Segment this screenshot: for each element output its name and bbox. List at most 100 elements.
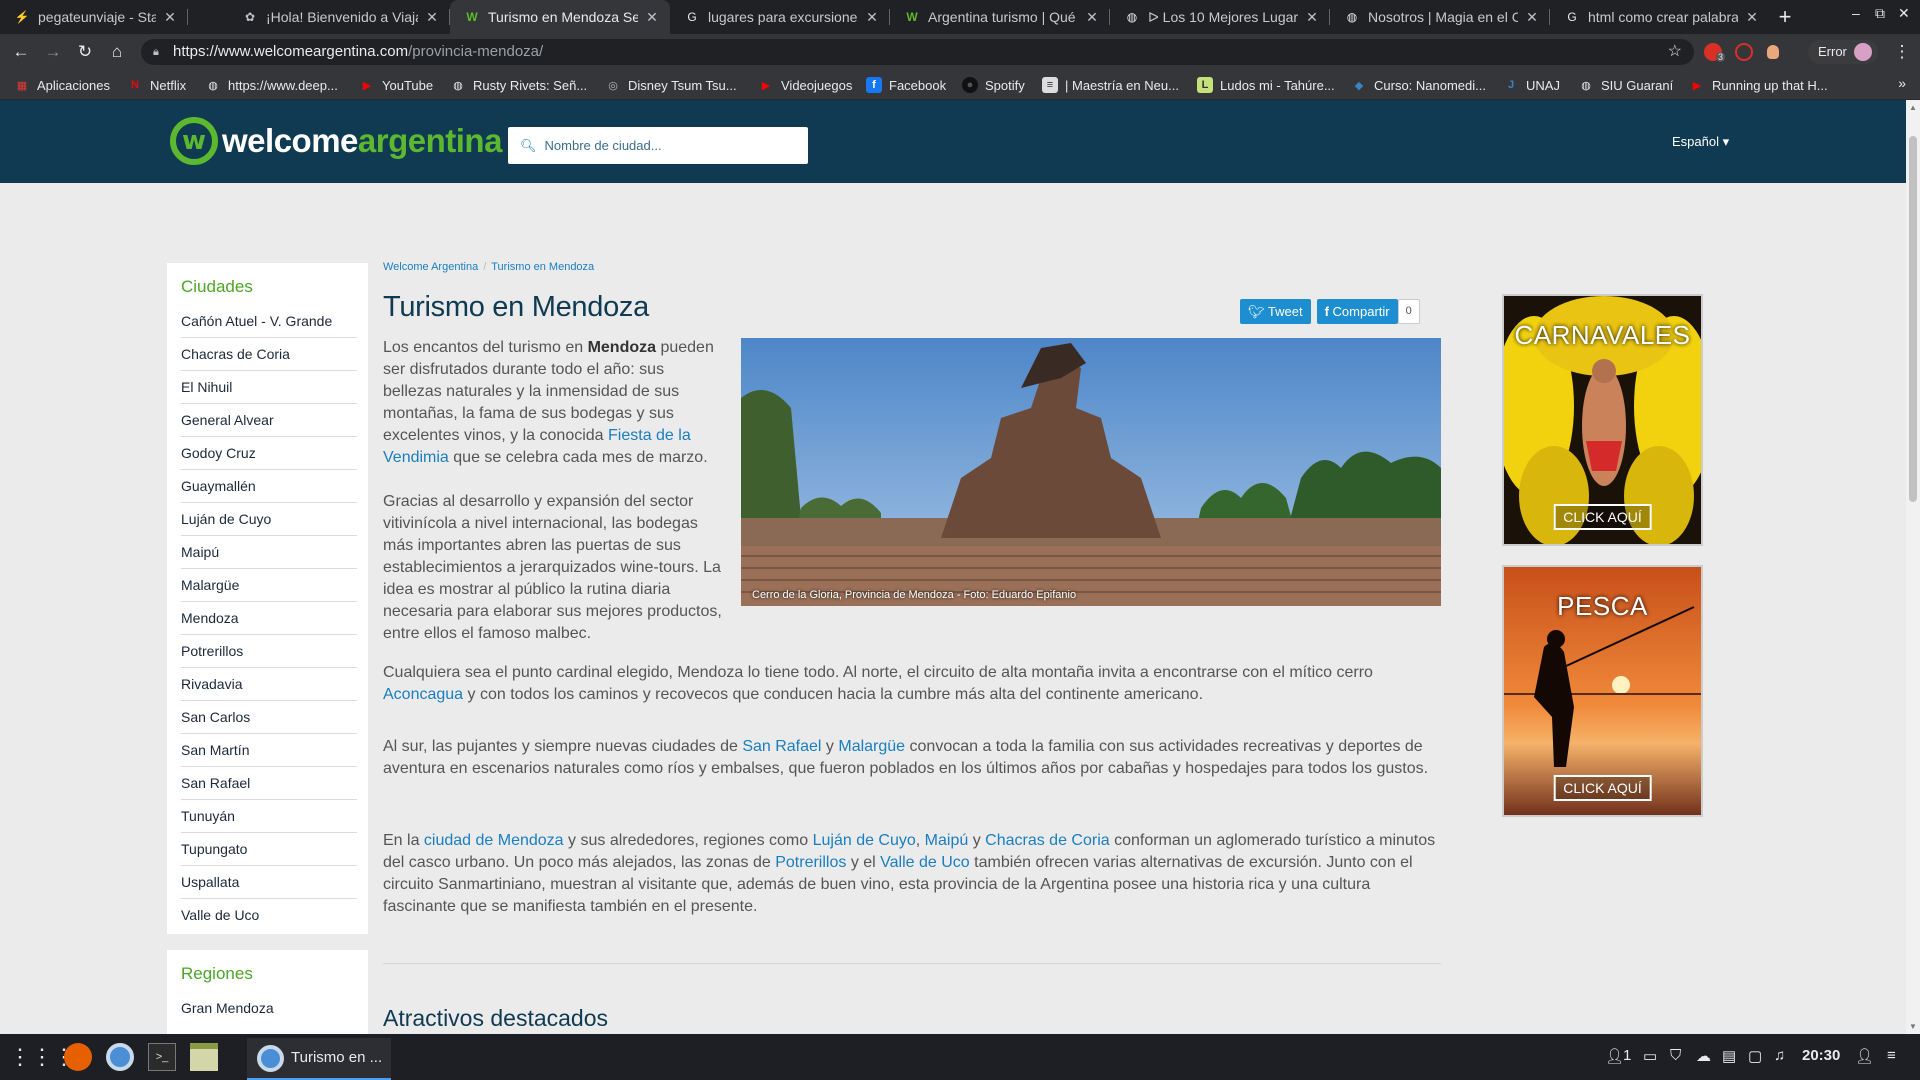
minimize-icon[interactable]: – — [1852, 5, 1860, 21]
bookmark-running-up[interactable]: ▶ Running up that H... — [1689, 70, 1828, 100]
sidebar-item[interactable]: San Martín — [181, 734, 357, 767]
sidebar-item[interactable]: Luján de Cuyo — [181, 503, 357, 536]
profile-button[interactable]: Error — [1808, 40, 1878, 64]
close-icon[interactable]: ✕ — [1524, 9, 1540, 26]
tab-google-excursiones[interactable]: G lugares para excursiones en ✕ — [670, 0, 890, 34]
workspace-icon[interactable]: 👤︎ — [1605, 1047, 1624, 1065]
cloud-icon[interactable]: ☁ — [1696, 1047, 1711, 1065]
firefox-icon[interactable] — [64, 1043, 92, 1071]
reload-icon[interactable]: ↻ — [73, 40, 97, 64]
sidebar-item[interactable]: Uspallata — [181, 866, 357, 899]
bookmark-apps[interactable]: ▦ Aplicaciones — [14, 70, 110, 100]
close-icon[interactable]: ✕ — [644, 9, 660, 26]
bookmark-youtube[interactable]: ▶ YouTube — [359, 70, 433, 100]
close-icon[interactable]: ✕ — [1084, 9, 1100, 26]
menu-lines-icon[interactable]: ≡ — [1887, 1047, 1896, 1064]
close-icon[interactable]: ✕ — [1744, 9, 1760, 26]
link-malargue[interactable]: Malargüe — [838, 738, 905, 755]
ad-carnavales-cta[interactable]: CLICK AQUÍ — [1553, 504, 1652, 530]
new-tab-button[interactable]: + — [1773, 4, 1797, 30]
tab-argentina-turismo[interactable]: W Argentina turismo | Qué ha ✕ — [890, 0, 1110, 34]
sidebar-item[interactable]: Valle de Uco — [181, 899, 357, 932]
ad-carnavales[interactable]: CARNAVALES CLICK AQUÍ — [1502, 294, 1703, 546]
link-maipu[interactable]: Maipú — [925, 832, 969, 849]
chromium-icon[interactable] — [106, 1043, 134, 1071]
bookmark-spotify[interactable]: ● Spotify — [962, 70, 1025, 100]
sidebar-item[interactable]: San Carlos — [181, 701, 357, 734]
bookmark-videojuegos[interactable]: ▶ Videojuegos — [758, 70, 853, 100]
city-search[interactable]: 🔍︎ — [508, 127, 808, 164]
music-note-icon[interactable]: ♫ — [1774, 1047, 1785, 1064]
tab-viajando[interactable]: ✿ ¡Hola! Bienvenido a Viajando ✕ — [228, 0, 450, 34]
forward-arrow-icon[interactable]: → — [41, 40, 65, 64]
scroll-up-arrow-icon[interactable]: ▲ — [1909, 103, 1917, 112]
ad-pesca-cta[interactable]: CLICK AQUÍ — [1553, 775, 1652, 801]
page-scrollbar[interactable]: ▲ ▼ — [1906, 100, 1920, 1034]
site-logo[interactable]: w welcome argentina — [170, 116, 502, 166]
terminal-icon[interactable]: >_ — [148, 1043, 176, 1071]
shield-icon[interactable]: ⛉ — [1670, 1047, 1681, 1064]
link-san-rafael[interactable]: San Rafael — [742, 738, 821, 755]
sidebar-item[interactable]: Malargüe — [181, 569, 357, 602]
tab-html-palabras[interactable]: G html como crear palabras ✕ — [1550, 0, 1770, 34]
close-icon[interactable]: ✕ — [864, 9, 880, 26]
bookmark-facebook[interactable]: f Facebook — [866, 70, 946, 100]
bookmark-deep[interactable]: ◍ https://www.deep... — [205, 70, 338, 100]
close-window-icon[interactable]: ✕ — [1898, 5, 1910, 22]
link-valle-de-uco[interactable]: Valle de Uco — [880, 854, 970, 871]
taskbar-task-chromium[interactable]: Turismo en ... — [247, 1038, 391, 1080]
bookmark-curso[interactable]: ◆ Curso: Nanomedi... — [1351, 70, 1486, 100]
bookmark-netflix[interactable]: N Netflix — [127, 70, 186, 100]
link-potrerillos[interactable]: Potrerillos — [775, 854, 846, 871]
sidebar-item[interactable]: Tunuyán — [181, 800, 357, 833]
close-icon[interactable]: ✕ — [162, 9, 178, 26]
sidebar-item[interactable]: Mendoza — [181, 602, 357, 635]
chevron-double-right-icon[interactable]: » — [1898, 75, 1906, 91]
bookmark-star-icon[interactable]: ☆ — [1668, 39, 1682, 65]
link-ciudad-mendoza[interactable]: ciudad de Mendoza — [424, 832, 564, 849]
restore-icon[interactable]: ⧉ — [1875, 5, 1885, 22]
sidebar-item[interactable]: Potrerillos — [181, 635, 357, 668]
sidebar-item[interactable]: El Nihuil — [181, 371, 357, 404]
menu-kebab-icon[interactable]: ⋮ — [1890, 40, 1914, 64]
block-icon[interactable] — [1735, 43, 1753, 61]
sidebar-item[interactable]: General Alvear — [181, 404, 357, 437]
ad-pesca[interactable]: PESCA CLICK AQUÍ — [1502, 565, 1703, 817]
scroll-down-arrow-icon[interactable]: ▼ — [1909, 1022, 1917, 1031]
bookmark-unaj[interactable]: J UNAJ — [1503, 70, 1560, 100]
window-icon[interactable]: ▢ — [1748, 1047, 1762, 1065]
facebook-share-button[interactable]: f Compartir — [1316, 299, 1398, 324]
tab-turismo-mendoza[interactable]: W Turismo en Mendoza Sema ✕ — [450, 0, 670, 34]
sidebar-item[interactable]: Gran Mendoza — [181, 992, 357, 1025]
user-icon[interactable]: 👤︎ — [1855, 1047, 1874, 1065]
tab-stackblitz[interactable]: ⚡ pegateunviaje - StackBlitz ✕ — [0, 0, 188, 34]
breadcrumb-link-current[interactable]: Turismo en Mendoza — [491, 261, 594, 273]
clipboard-icon[interactable]: ▤ — [1722, 1047, 1736, 1065]
sidebar-item[interactable]: Godoy Cruz — [181, 437, 357, 470]
app-grid-icon[interactable]: ⋮⋮⋮ — [9, 1043, 75, 1071]
sidebar-item[interactable]: Maipú — [181, 536, 357, 569]
city-search-input[interactable] — [544, 138, 785, 153]
back-arrow-icon[interactable]: ← — [9, 40, 33, 64]
link-lujan-de-cuyo[interactable]: Luján de Cuyo — [813, 832, 916, 849]
language-dropdown[interactable]: Español ▾ — [1672, 134, 1729, 150]
sidebar-item[interactable]: Chacras de Coria — [181, 338, 357, 371]
home-icon[interactable]: ⌂ — [105, 40, 129, 64]
sidebar-item[interactable]: San Rafael — [181, 767, 357, 800]
bookmark-rusty-rivets[interactable]: ◍ Rusty Rivets: Señ... — [450, 70, 587, 100]
tab-mejores-lugares[interactable]: ◍ ᐅ Los 10 Mejores Lugares ✕ — [1110, 0, 1330, 34]
link-aconcagua[interactable]: Aconcagua — [383, 686, 463, 703]
tweet-button[interactable]: 🐦︎ Tweet — [1240, 299, 1311, 324]
scrollbar-thumb[interactable] — [1909, 136, 1917, 502]
sidebar-item[interactable]: Rivadavia — [181, 668, 357, 701]
breadcrumb-link-home[interactable]: Welcome Argentina — [383, 261, 478, 273]
file-manager-icon[interactable] — [190, 1043, 218, 1071]
bookmark-siu-guarani[interactable]: ◍ SIU Guaraní — [1578, 70, 1673, 100]
tab-magia-canon[interactable]: ◍ Nosotros | Magia en el Can ✕ — [1330, 0, 1550, 34]
sidebar-item[interactable]: Cañón Atuel - V. Grande — [181, 305, 357, 338]
close-icon[interactable]: ✕ — [1304, 9, 1320, 26]
close-icon[interactable]: ✕ — [424, 9, 440, 26]
link-chacras-de-coria[interactable]: Chacras de Coria — [985, 832, 1110, 849]
address-bar[interactable]: 🔒︎ https://www.welcomeargentina.com/prov… — [141, 39, 1694, 65]
bookmark-maestria[interactable]: ≡ | Maestría en Neu... — [1042, 70, 1179, 100]
